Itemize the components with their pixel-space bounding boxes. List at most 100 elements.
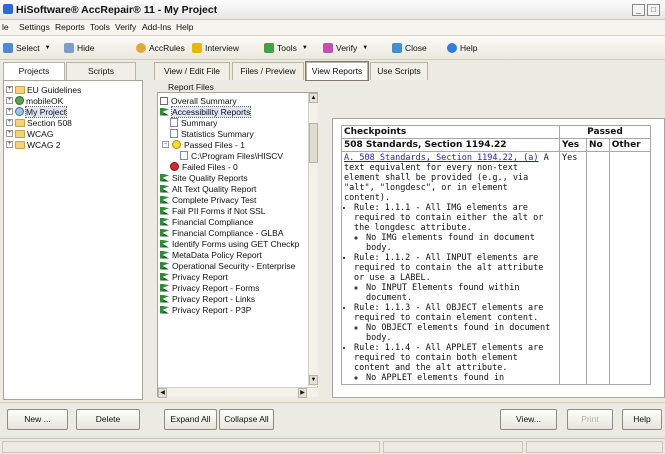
report-item-alt-text-quality[interactable]: Alt Text Quality Report [160,183,256,194]
report-item-label: Alt Text Quality Report [172,183,257,194]
report-item-operational-security[interactable]: Operational Security - Enterprise [160,260,295,271]
report-item-privacy-links[interactable]: Privacy Report - Links [160,293,255,304]
tree-item-eu-guidelines[interactable]: + EU Guidelines [6,84,81,95]
tree-item-my-project[interactable]: + My Project [6,105,68,118]
tab-view-reports[interactable]: View Reports [305,61,369,81]
folder-icon [15,85,25,94]
chevron-left-icon[interactable]: ◀ [158,388,167,398]
report-item-label: C:\Program Files\HISCV [191,150,284,161]
report-item-financial-compliance-glba[interactable]: Financial Compliance - GLBA [160,227,284,238]
report-item-privacy-report[interactable]: Privacy Report [160,271,228,282]
report-item-label: Privacy Report - Forms [172,282,260,293]
report-item-failed-files[interactable]: Failed Files - 0 [170,161,238,172]
maximize-button[interactable]: □ [647,4,660,16]
report-item-statistics-summary[interactable]: Statistics Summary [170,128,254,139]
tab-files-preview[interactable]: Files / Preview [232,62,304,80]
report-item-label: Privacy Report [172,271,228,282]
report-files-vscrollbar[interactable]: ▲ ▼ [308,93,318,386]
report-item-site-quality[interactable]: Site Quality Reports [160,172,248,183]
tab-use-scripts[interactable]: Use Scripts [370,62,428,80]
tree-item-label: Section 508 [27,117,72,128]
checkbox-icon [160,96,168,105]
verify-button[interactable]: Verify ▼ [323,41,368,55]
chevron-down-icon[interactable]: ▼ [302,45,308,51]
report-item-label: Site Quality Reports [172,172,248,183]
tree-item-mobileok[interactable]: + mobileOK [6,95,63,106]
tab-view-edit-file[interactable]: View / Edit File [154,62,230,80]
tree-item-wcag[interactable]: + WCAG [6,128,53,139]
rule-text: Rule: 1.1.1 - All IMG elements are requi… [354,203,544,233]
rule-result: No OBJECT elements found in document bod… [366,323,557,343]
hide-button[interactable]: Hide [64,41,94,55]
menu-verify[interactable]: Verify [115,22,136,32]
report-item-label: Financial Compliance [172,216,254,227]
report-item-label: Financial Compliance - GLBA [172,227,284,238]
report-item-fail-pii-forms[interactable]: Fail PII Forms if Not SSL [160,205,266,216]
minimize-button[interactable]: _ [632,4,645,16]
chevron-right-icon[interactable]: ▶ [298,388,307,398]
chevron-down-icon[interactable]: ▼ [362,45,368,51]
report-item-privacy-forms[interactable]: Privacy Report - Forms [160,282,259,293]
tree-item-label: mobileOK [26,95,64,106]
report-item-label: Overall Summary [171,95,237,106]
tree-item-label: WCAG 2 [27,139,61,150]
new-button[interactable]: New ... [7,409,68,430]
report-item-overall-summary[interactable]: Overall Summary [160,95,237,106]
tab-scripts[interactable]: Scripts [66,62,136,80]
tools-button[interactable]: Tools ▼ [264,41,308,55]
col-passed: Passed [559,125,651,139]
menu-add-ins[interactable]: Add-Ins [142,22,171,32]
report-item-label: MetaData Policy Report [172,249,262,260]
report-item-metadata-policy[interactable]: MetaData Policy Report [160,249,262,260]
menu-reports[interactable]: Reports [55,22,85,32]
collapse-all-button[interactable]: Collapse All [219,409,274,430]
delete-button[interactable]: Delete [76,409,140,430]
report-item-identify-forms-get[interactable]: Identify Forms using GET Checkp [160,238,299,249]
help-button[interactable]: Help [622,409,662,430]
document-icon [170,118,178,127]
menu-tools[interactable]: Tools [90,22,110,32]
chevron-down-icon[interactable]: ▼ [309,375,318,385]
menu-help[interactable]: Help [176,22,193,32]
collapse-icon[interactable]: − [162,141,169,148]
view-button[interactable]: View... [500,409,557,430]
expand-icon[interactable]: + [6,141,13,148]
report-files-hscrollbar[interactable]: ◀ ▶ [158,387,318,398]
globe-icon [15,107,24,116]
checkpoint-link[interactable]: A. 508 Standards, Section 1194.22, (a) [344,153,538,163]
expand-icon[interactable]: + [6,119,13,126]
interview-button[interactable]: Interview [192,41,239,55]
tree-item-label: EU Guidelines [27,84,82,95]
accrules-button[interactable]: AccRules [136,41,185,55]
tab-projects[interactable]: Projects [3,62,65,80]
tree-item-section-508[interactable]: + Section 508 [6,117,72,128]
expand-icon[interactable]: + [6,108,13,115]
report-item-financial-compliance[interactable]: Financial Compliance [160,216,253,227]
report-item-accessibility-reports[interactable]: Accessibility Reports [160,105,252,118]
report-item-passed-files[interactable]: − Passed Files - 1 [162,139,245,150]
verify-label: Verify [336,43,358,53]
expand-all-button[interactable]: Expand All [164,409,217,430]
select-button[interactable]: Select ▼ [3,41,51,55]
report-item-complete-privacy[interactable]: Complete Privacy Test [160,194,256,205]
report-item-privacy-p3p[interactable]: Privacy Report - P3P [160,304,251,315]
chevron-up-icon[interactable]: ▲ [309,93,318,103]
report-item-program-files-path[interactable]: C:\Program Files\HISCV [180,150,283,161]
expand-icon[interactable]: + [6,130,13,137]
menu-file[interactable]: le [2,22,9,32]
report-view: Checkpoints Passed 508 Standards, Sectio… [332,118,665,398]
rule-result: No APPLET elements found in [366,373,557,383]
scroll-thumb[interactable] [309,123,318,163]
menu-settings[interactable]: Settings [19,22,50,32]
tree-item-label: WCAG [27,128,54,139]
report-item-summary[interactable]: Summary [170,117,217,128]
chevron-down-icon[interactable]: ▼ [45,45,51,51]
expand-icon[interactable]: + [6,97,13,104]
report-item-label: Identify Forms using GET Checkp [172,238,300,249]
close-button[interactable]: Close [392,41,427,55]
help-toolbar-button[interactable]: Help [447,41,477,55]
print-button[interactable]: Print [567,409,613,430]
tree-item-wcag-2[interactable]: + WCAG 2 [6,139,61,150]
expand-icon[interactable]: + [6,86,13,93]
toolbar: Select ▼ Hide AccRules Interview Tools ▼… [0,36,665,60]
